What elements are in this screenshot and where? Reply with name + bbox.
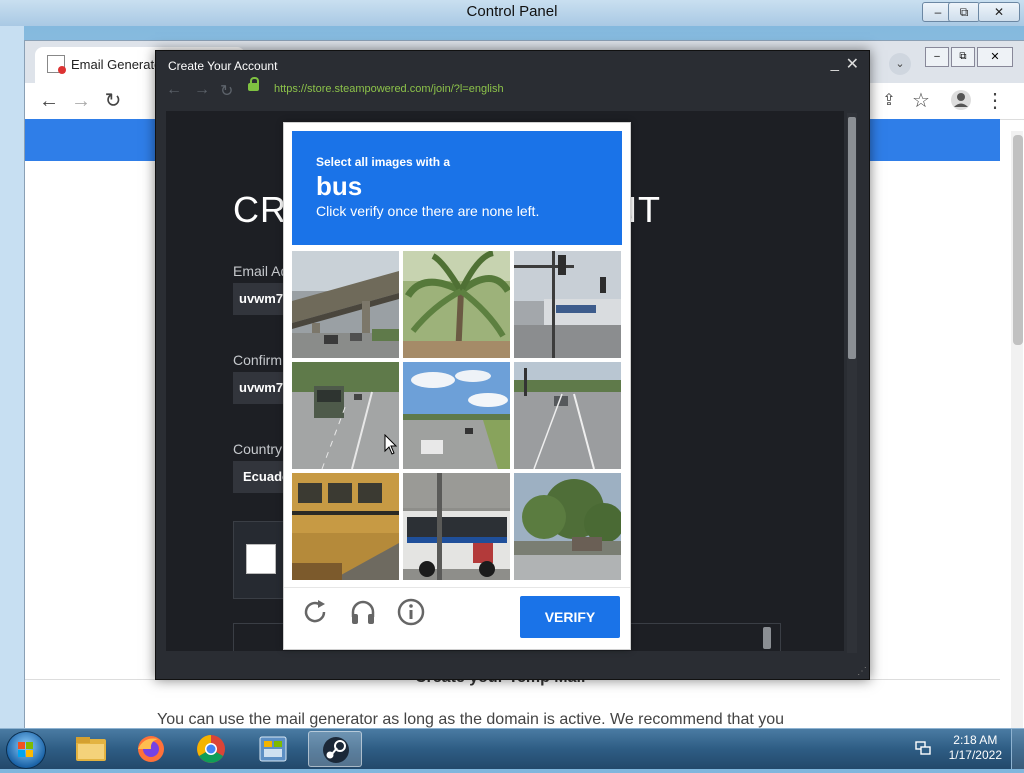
windows-logo-icon bbox=[18, 742, 33, 757]
info-icon[interactable] bbox=[396, 597, 428, 629]
chrome-close-icon[interactable]: ✕ bbox=[977, 47, 1013, 67]
agreement-scrollbar-thumb[interactable] bbox=[763, 627, 771, 649]
profile-avatar-icon[interactable] bbox=[949, 89, 973, 113]
captcha-tile-8[interactable] bbox=[403, 473, 510, 580]
captcha-footer-divider bbox=[284, 587, 630, 588]
email-generator-favicon-icon bbox=[47, 55, 66, 74]
captcha-tile-5[interactable] bbox=[403, 362, 510, 469]
temp-mail-description: You can use the mail generator as long a… bbox=[157, 711, 785, 728]
captcha-instruction-secondary: Click verify once there are none left. bbox=[316, 203, 540, 219]
country-label: Country bbox=[233, 441, 283, 457]
captcha-tile-7[interactable] bbox=[292, 473, 399, 580]
captcha-target-word: bus bbox=[316, 171, 363, 201]
chrome-menu-icon[interactable]: ⋮ bbox=[983, 89, 1007, 113]
steam-back-icon[interactable]: ← bbox=[166, 81, 182, 99]
chrome-icon[interactable] bbox=[184, 731, 238, 767]
show-desktop-button[interactable] bbox=[1011, 729, 1024, 769]
refresh-icon[interactable] bbox=[300, 597, 332, 629]
captcha-tile-9[interactable] bbox=[514, 473, 621, 580]
back-arrow-icon[interactable]: ← bbox=[37, 89, 61, 113]
control-panel-sidebar bbox=[0, 26, 24, 728]
chrome-scrollbar-thumb[interactable] bbox=[1013, 135, 1023, 345]
close-button[interactable]: ✕ bbox=[978, 2, 1020, 22]
captcha-challenge: Select all images with a bus Click verif… bbox=[283, 122, 631, 650]
chrome-minimize-icon[interactable]: – bbox=[925, 47, 949, 67]
steam-minimize-icon[interactable]: _ bbox=[831, 55, 839, 72]
chrome-window-controls: – ⧉ ✕ bbox=[925, 47, 1021, 69]
steam-reload-icon[interactable]: ↻ bbox=[220, 81, 233, 101]
forward-arrow-icon[interactable]: → bbox=[69, 89, 93, 113]
steam-taskbar-icon[interactable] bbox=[308, 731, 362, 767]
bookmark-star-icon[interactable]: ☆ bbox=[909, 89, 933, 113]
confirm-email-label: Confirm bbox=[233, 352, 283, 368]
control-panel-taskbar-icon[interactable] bbox=[246, 731, 300, 767]
verify-button[interactable]: VERIFY bbox=[520, 596, 620, 638]
captcha-prompt: Select all images with a bus Click verif… bbox=[292, 131, 622, 245]
captcha-tile-2[interactable] bbox=[403, 251, 510, 358]
clock-time: 2:18 AM bbox=[953, 733, 998, 747]
file-explorer-icon[interactable] bbox=[64, 731, 118, 767]
captcha-tile-4[interactable] bbox=[292, 362, 399, 469]
audio-headphones-icon[interactable] bbox=[348, 597, 380, 629]
steam-forward-icon[interactable]: → bbox=[194, 81, 210, 99]
start-button[interactable] bbox=[6, 731, 46, 769]
restore-button[interactable]: ⧉ bbox=[948, 2, 980, 22]
reload-icon[interactable]: ↻ bbox=[101, 89, 125, 113]
steam-window-title: Create Your Account bbox=[168, 59, 278, 73]
control-panel-titlebar: Control Panel – ⧉ ✕ bbox=[0, 0, 1024, 26]
chrome-tab-label: Email Generator bbox=[71, 57, 166, 72]
recaptcha-checkbox[interactable] bbox=[246, 544, 276, 574]
network-tray-icon[interactable] bbox=[915, 741, 931, 755]
steam-scrollbar-thumb[interactable] bbox=[848, 117, 856, 359]
captcha-tile-3[interactable] bbox=[514, 251, 621, 358]
windows-taskbar: 2:18 AM 1/17/2022 bbox=[0, 728, 1024, 769]
steam-url: https://store.steampowered.com/join/?l=e… bbox=[274, 83, 504, 95]
captcha-instruction: Select all images with a bbox=[316, 155, 451, 169]
captcha-tile-6[interactable] bbox=[514, 362, 621, 469]
chrome-restore-icon[interactable]: ⧉ bbox=[951, 47, 975, 67]
steam-nav-bar: ← → ↻ bbox=[156, 77, 869, 105]
control-panel-title: Control Panel bbox=[466, 3, 558, 20]
resize-grip-icon[interactable]: ⋰ bbox=[857, 666, 867, 677]
captcha-tile-1[interactable] bbox=[292, 251, 399, 358]
secure-lock-icon bbox=[248, 77, 259, 91]
share-icon[interactable]: ⇪ bbox=[877, 89, 901, 113]
clock-date: 1/17/2022 bbox=[948, 748, 1002, 762]
steam-close-icon[interactable]: ✕ bbox=[846, 54, 859, 74]
system-clock[interactable]: 2:18 AM 1/17/2022 bbox=[949, 733, 1002, 763]
mouse-cursor-icon bbox=[384, 433, 398, 461]
email-label: Email Ad bbox=[233, 263, 289, 279]
tab-search-chevron-icon[interactable]: ⌄ bbox=[889, 53, 911, 75]
firefox-icon[interactable] bbox=[124, 731, 178, 767]
